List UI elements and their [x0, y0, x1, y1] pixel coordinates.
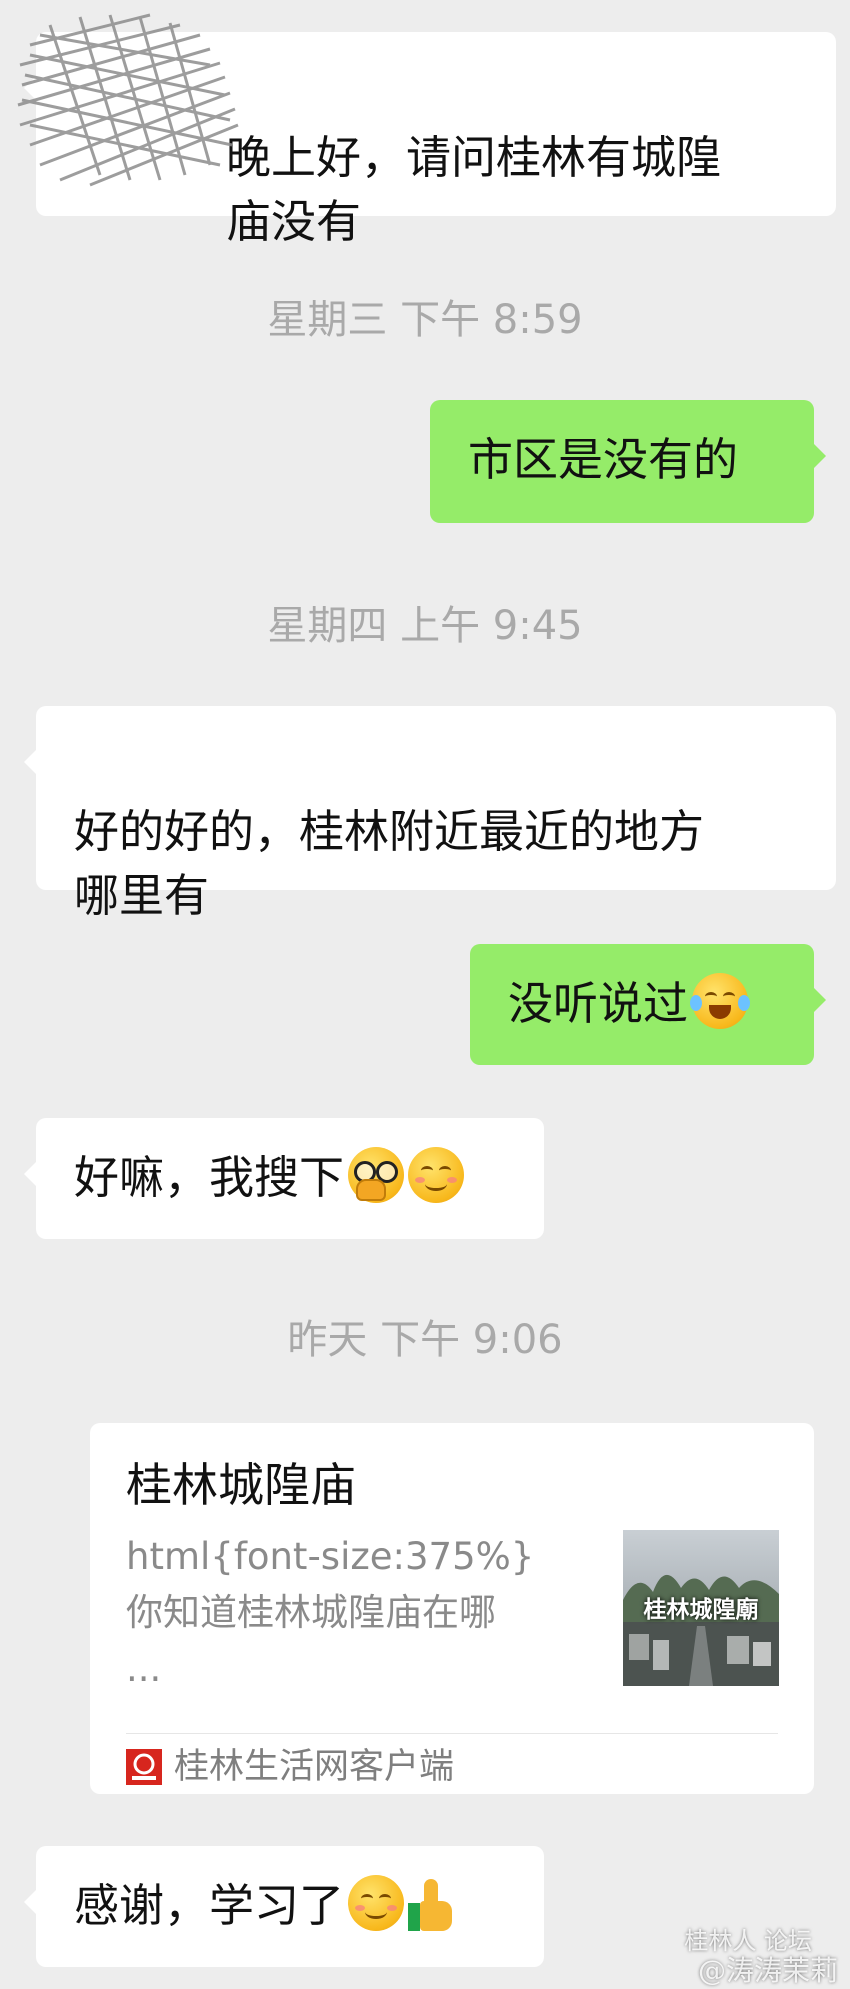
- redaction-scribble: [17, 13, 239, 187]
- message-text: 晚上好，请问桂林有城隍 庙没有: [226, 131, 722, 248]
- message-text: 好的好的，桂林附近最近的地方 哪里有: [74, 805, 705, 922]
- link-card-thumbnail: 桂林城隍廟: [623, 1530, 779, 1686]
- link-card-source: 桂林生活网客户端: [174, 1747, 455, 1787]
- message-bubble-outgoing[interactable]: 市区是没有的: [430, 400, 826, 523]
- link-card-title: 桂林城隍庙: [126, 1458, 356, 1512]
- message-text: 感谢，学习了: [74, 1879, 345, 1932]
- message-bubble-incoming[interactable]: 好的好的，桂林附近最近的地方 哪里有: [24, 706, 836, 922]
- timestamp: 星期四 上午 9:45: [267, 603, 583, 649]
- message-text: 没听说过: [508, 977, 689, 1030]
- smile-emoji: [348, 1875, 405, 1931]
- link-card-description: html{font-size:375%} 你知道桂林城隍庙在哪 ...: [126, 1535, 535, 1690]
- source-logo-icon: [126, 1749, 162, 1785]
- tears-of-joy-emoji: [690, 973, 751, 1029]
- smile-emoji: [408, 1147, 465, 1203]
- thumbnail-caption: 桂林城隍廟: [643, 1596, 759, 1623]
- message-bubble-incoming[interactable]: 好嘛，我搜下: [24, 1118, 544, 1239]
- timestamp: 昨天 下午 9:06: [287, 1317, 563, 1363]
- watermark: 桂林人 论坛 @涛涛茉莉: [642, 1927, 842, 1989]
- message-text: 市区是没有的: [468, 433, 739, 486]
- link-card-divider: [126, 1733, 778, 1734]
- message-bubble-incoming[interactable]: 感谢，学习了: [24, 1846, 544, 1967]
- timestamp: 星期三 下午 8:59: [267, 297, 583, 343]
- message-bubble-outgoing[interactable]: 没听说过: [470, 944, 826, 1065]
- watermark-forum: 桂林人 论坛: [684, 1927, 812, 1955]
- watermark-user: @涛涛茉莉: [697, 1954, 838, 1987]
- thinking-glasses-emoji: [348, 1147, 405, 1203]
- link-card[interactable]: 桂林城隍庙 html{font-size:375%} 你知道桂林城隍庙在哪 ..…: [90, 1423, 814, 1794]
- thumbs-up-emoji: [408, 1877, 456, 1931]
- message-text: 好嘛，我搜下: [74, 1151, 345, 1204]
